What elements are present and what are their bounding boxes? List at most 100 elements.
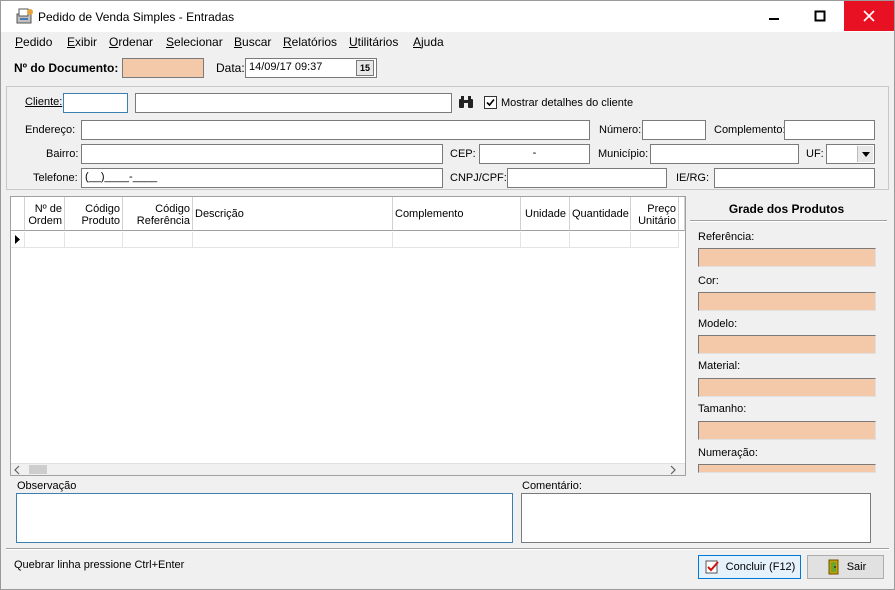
col-header-quantidade[interactable]: Quantidade xyxy=(570,197,631,231)
numero-label: Número: xyxy=(599,124,642,136)
document-bar: Nº do Documento: Data: 14/09/17 09:37 15 xyxy=(6,53,889,81)
document-number-input[interactable] xyxy=(122,58,204,78)
material-field[interactable] xyxy=(698,378,876,397)
cor-label: Cor: xyxy=(698,275,719,287)
exit-door-icon xyxy=(828,559,839,575)
row-pointer-icon xyxy=(15,235,20,244)
uf-label: UF: xyxy=(806,148,824,160)
uf-select[interactable] xyxy=(826,144,875,164)
menu-utilitarios[interactable]: Utilitários xyxy=(349,35,398,49)
concluir-label: Concluir (F12) xyxy=(725,561,796,573)
bairro-input[interactable] xyxy=(81,144,443,164)
menu-buscar[interactable]: Buscar xyxy=(234,35,271,49)
show-details-label: Mostrar detalhes do cliente xyxy=(501,97,634,109)
endereco-input[interactable] xyxy=(81,120,590,140)
window-title: Pedido de Venda Simples - Entradas xyxy=(38,10,235,24)
maximize-icon xyxy=(814,10,826,22)
document-number-label: Nº do Documento: xyxy=(14,61,119,75)
ierg-input[interactable] xyxy=(714,168,875,188)
cell-codigo-referencia[interactable] xyxy=(123,232,193,248)
col-header-codigo-produto[interactable]: Código Produto xyxy=(65,197,123,231)
menu-selecionar[interactable]: Selecionar xyxy=(166,35,223,49)
bairro-label: Bairro: xyxy=(46,148,79,160)
checkmark-icon xyxy=(486,98,495,107)
col-header-ordem[interactable]: Nº de Ordem xyxy=(25,197,65,231)
menu-ajuda[interactable]: Ajuda xyxy=(413,35,444,49)
cell-complemento[interactable] xyxy=(393,232,521,248)
scroll-right-icon[interactable] xyxy=(669,465,677,475)
cep-input[interactable]: - xyxy=(479,144,590,164)
sair-button[interactable]: Sair xyxy=(807,555,884,579)
menu-exibir[interactable]: Exibir xyxy=(67,35,97,49)
cell-unidade[interactable] xyxy=(521,232,570,248)
endereco-label: Endereço: xyxy=(25,124,76,136)
date-value: 14/09/17 09:37 xyxy=(249,61,323,73)
cell-preco-unitario[interactable] xyxy=(631,232,679,248)
title-bar: Pedido de Venda Simples - Entradas xyxy=(1,1,894,32)
close-button[interactable] xyxy=(844,1,894,31)
cnpj-input[interactable] xyxy=(507,168,667,188)
date-label: Data: xyxy=(216,61,245,75)
close-icon xyxy=(863,10,875,22)
referencia-field[interactable] xyxy=(698,248,876,267)
chevron-down-icon xyxy=(862,152,870,157)
municipio-input[interactable] xyxy=(650,144,799,164)
app-icon xyxy=(16,8,33,24)
side-panel-title: Grade dos Produtos xyxy=(728,202,845,216)
status-hint: Quebrar linha pressione Ctrl+Enter xyxy=(14,559,185,571)
municipio-label: Município: xyxy=(598,148,649,160)
uf-dropdown-button[interactable] xyxy=(857,146,873,162)
calendar-button[interactable]: 15 xyxy=(356,60,374,76)
col-header-preco-unitario[interactable]: Preço Unitário xyxy=(631,197,679,231)
col-header-complemento[interactable]: Complemento xyxy=(393,197,521,231)
numero-input[interactable] xyxy=(642,120,706,140)
menu-relatorios[interactable]: Relatórios xyxy=(283,35,337,49)
app-window: Pedido de Venda Simples - Entradas Pedid… xyxy=(0,0,895,590)
scroll-left-icon[interactable] xyxy=(13,465,21,475)
menu-ordenar[interactable]: Ordenar xyxy=(109,35,153,49)
maximize-button[interactable] xyxy=(797,1,843,31)
numeracao-field[interactable] xyxy=(698,464,876,473)
row-indicator xyxy=(11,232,25,248)
ierg-label: IE/RG: xyxy=(676,172,710,184)
cor-field[interactable] xyxy=(698,292,876,311)
cell-quantidade[interactable] xyxy=(570,232,631,248)
cliente-code-input[interactable] xyxy=(63,93,128,113)
col-header-descricao[interactable]: Descrição xyxy=(193,197,393,231)
clipboard-check-icon xyxy=(705,560,719,574)
telefone-label: Telefone: xyxy=(33,172,78,184)
menu-bar: Pedido Exibir Ordenar Selecionar Buscar … xyxy=(1,32,894,52)
side-panel-divider xyxy=(690,220,887,222)
scroll-thumb[interactable] xyxy=(29,465,47,474)
complemento-label: Complemento: xyxy=(714,124,786,136)
tamanho-label: Tamanho: xyxy=(698,403,747,415)
show-details-checkbox[interactable] xyxy=(484,96,497,109)
col-header-overflow xyxy=(679,197,685,231)
binoculars-icon[interactable] xyxy=(458,95,474,109)
products-grid[interactable]: Nº de Ordem Código Produto Código Referê… xyxy=(10,196,686,476)
telefone-input[interactable]: (__)____-____ xyxy=(81,168,443,188)
cliente-name-input[interactable] xyxy=(135,93,452,113)
observacao-textarea[interactable] xyxy=(16,493,513,543)
comentario-textarea[interactable] xyxy=(521,493,871,543)
comentario-label: Comentário: xyxy=(522,480,582,492)
numeracao-label: Numeração: xyxy=(698,447,758,459)
modelo-field[interactable] xyxy=(698,335,876,354)
minimize-button[interactable] xyxy=(751,1,797,31)
menu-pedido[interactable]: Pedido xyxy=(15,35,52,49)
concluir-button[interactable]: Concluir (F12) xyxy=(698,555,801,579)
cell-ordem[interactable] xyxy=(25,232,65,248)
cell-descricao[interactable] xyxy=(193,232,393,248)
cep-label: CEP: xyxy=(450,148,476,160)
material-label: Material: xyxy=(698,360,741,372)
cell-codigo-produto[interactable] xyxy=(65,232,123,248)
tamanho-field[interactable] xyxy=(698,421,876,440)
modelo-label: Modelo: xyxy=(698,318,738,330)
calendar-icon: 15 xyxy=(359,63,370,73)
col-header-unidade[interactable]: Unidade xyxy=(521,197,570,231)
col-header-codigo-referencia[interactable]: Código Referência xyxy=(123,197,193,231)
status-divider xyxy=(6,548,889,550)
complemento-input[interactable] xyxy=(784,120,875,140)
grid-horizontal-scrollbar[interactable] xyxy=(11,463,685,475)
client-section: Cliente: Mostrar detalhes do cliente End… xyxy=(6,86,889,190)
